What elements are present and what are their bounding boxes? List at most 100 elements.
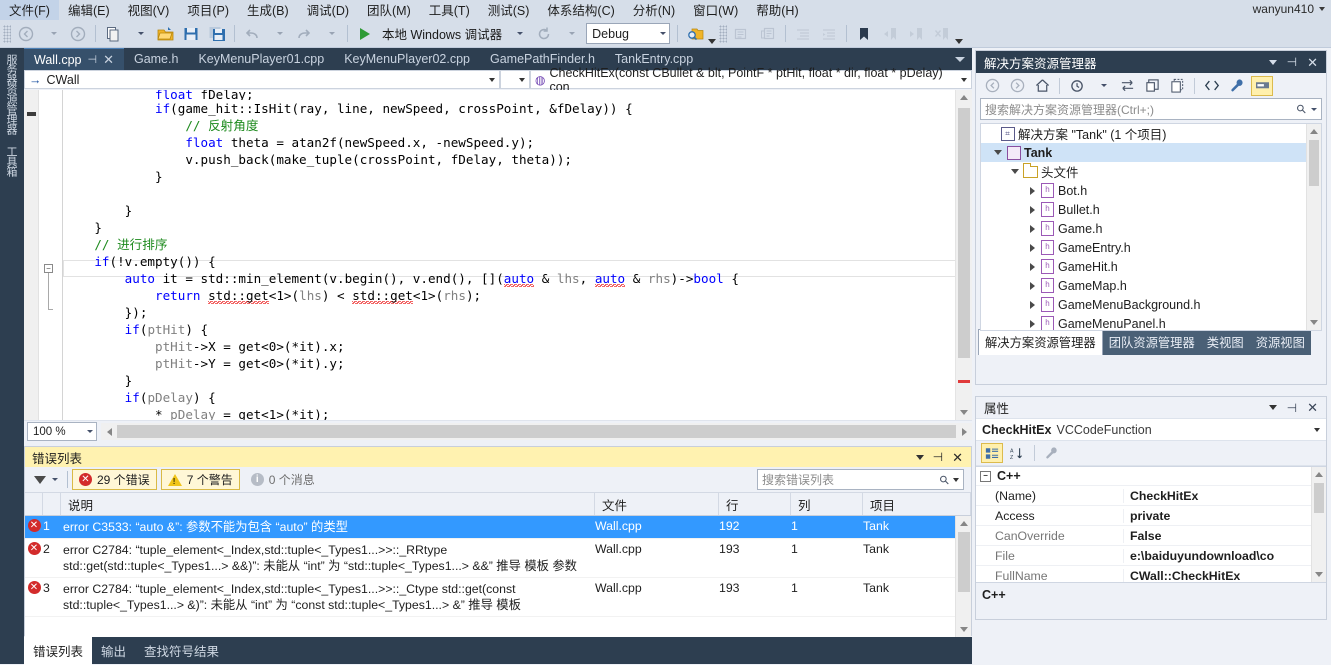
twisty-right-icon[interactable] — [1025, 205, 1039, 214]
pin-icon[interactable]: ⊣ — [87, 53, 97, 66]
errors-filter-chip[interactable]: ✕ 29 个错误 — [72, 469, 157, 490]
twisty-down-icon[interactable] — [1008, 169, 1022, 174]
list-item[interactable]: Tank — [981, 143, 1321, 162]
editor-tab-game-h[interactable]: Game.h — [124, 48, 188, 70]
tree-vertical-scrollbar[interactable] — [1306, 124, 1321, 330]
pin-icon[interactable]: ⊣ — [933, 450, 943, 464]
editor-tab-keymenuplayer02-cpp[interactable]: KeyMenuPlayer02.cpp — [334, 48, 480, 70]
column-header-project[interactable]: 项目 — [863, 493, 971, 515]
navigate-back-dropdown[interactable] — [39, 23, 65, 45]
editor-horizontal-scrollbar[interactable] — [101, 423, 972, 440]
next-bookmark-icon[interactable] — [903, 23, 929, 45]
scroll-down-icon[interactable] — [1312, 567, 1326, 582]
panel-menu-icon[interactable] — [915, 454, 924, 460]
scroll-up-icon[interactable] — [956, 516, 971, 531]
list-item[interactable]: h GameHit.h — [981, 257, 1321, 276]
scroll-down-icon[interactable] — [1307, 315, 1321, 330]
account-menu[interactable]: wanyun410 — [1253, 2, 1325, 16]
scroll-down-icon[interactable] — [956, 622, 971, 637]
column-header-line[interactable]: 行 — [719, 493, 791, 515]
scrollbar-thumb[interactable] — [1314, 483, 1324, 513]
property-value[interactable]: private — [1124, 509, 1326, 523]
menu-item-window[interactable]: 窗口(W) — [684, 0, 747, 21]
code-editor-surface[interactable]: − float fDelay; if(game_hit::IsHit(ray, … — [24, 90, 972, 420]
tab-solution-explorer[interactable]: 解决方案资源管理器 — [978, 329, 1103, 355]
editor-vertical-scrollbar[interactable] — [955, 90, 972, 420]
table-row[interactable]: ✕ 1 error C3533: “auto &”: 参数不能为包含 “auto… — [25, 516, 971, 539]
start-debug-icon[interactable] — [352, 23, 378, 45]
new-item-dropdown[interactable] — [126, 23, 152, 45]
panel-menu-icon[interactable] — [1268, 405, 1277, 410]
property-row[interactable]: (Name) CheckHitEx — [976, 485, 1326, 505]
column-header-column[interactable]: 列 — [791, 493, 863, 515]
panel-menu-icon[interactable] — [1268, 59, 1277, 65]
forward-icon[interactable] — [1006, 76, 1028, 96]
solution-tree[interactable]: ⌗ 解决方案 "Tank" (1 个项目) Tank 头文件 h Bot.h h — [980, 123, 1322, 331]
alphabetical-icon[interactable]: AZ — [1006, 443, 1028, 463]
list-item[interactable]: h GameMenuBackground.h — [981, 295, 1321, 314]
twisty-right-icon[interactable] — [1025, 186, 1039, 195]
bookmark-icon[interactable] — [851, 23, 877, 45]
error-list-rows[interactable]: ✕ 1 error C3533: “auto &”: 参数不能为包含 “auto… — [25, 516, 971, 637]
restart-icon[interactable] — [531, 23, 557, 45]
column-header-icon[interactable] — [25, 493, 43, 515]
menu-item-team[interactable]: 团队(M) — [358, 0, 420, 21]
column-header-file[interactable]: 文件 — [595, 493, 719, 515]
menu-item-help[interactable]: 帮助(H) — [747, 0, 807, 21]
back-icon[interactable] — [981, 76, 1003, 96]
wrench-icon[interactable] — [1226, 76, 1248, 96]
menu-item-file[interactable]: 文件(F) — [0, 0, 59, 21]
open-file-icon[interactable] — [152, 23, 178, 45]
redo-dropdown[interactable] — [317, 23, 343, 45]
list-item[interactable]: h Bullet.h — [981, 200, 1321, 219]
fold-toggle-icon[interactable]: − — [44, 264, 53, 273]
list-item[interactable]: h GameEntry.h — [981, 238, 1321, 257]
twisty-right-icon[interactable] — [1025, 319, 1039, 328]
pending-changes-dropdown[interactable] — [1091, 76, 1113, 96]
menu-item-edit[interactable]: 编辑(E) — [59, 0, 119, 21]
scrollbar-thumb[interactable] — [958, 108, 970, 358]
pin-icon[interactable]: ⊣ — [1287, 401, 1297, 415]
comment-icon[interactable] — [729, 23, 755, 45]
scroll-right-icon[interactable] — [956, 423, 972, 440]
property-row[interactable]: FullName CWall::CheckHitEx — [976, 565, 1326, 582]
save-all-icon[interactable] — [204, 23, 230, 45]
view-code-icon[interactable] — [1201, 76, 1223, 96]
navbar-spacer-combo[interactable] — [500, 70, 530, 89]
menu-item-debug[interactable]: 调试(D) — [298, 0, 358, 21]
start-debug-dropdown[interactable] — [505, 23, 531, 45]
navigate-forward-icon[interactable] — [65, 23, 91, 45]
scroll-down-icon[interactable] — [956, 405, 972, 420]
properties-object-combo[interactable]: CheckHitEx VCCodeFunction — [976, 419, 1326, 441]
twisty-right-icon[interactable] — [1025, 224, 1039, 233]
menu-item-architecture[interactable]: 体系结构(C) — [538, 0, 623, 21]
twisty-right-icon[interactable] — [1025, 281, 1039, 290]
tab-class-view[interactable]: 类视图 — [1200, 330, 1250, 355]
sidebar-tab-server-explorer[interactable]: 服务器资源管理器 — [0, 48, 22, 140]
twisty-right-icon[interactable] — [1025, 262, 1039, 271]
list-item[interactable]: h Game.h — [981, 219, 1321, 238]
outdent-icon[interactable] — [790, 23, 816, 45]
property-category[interactable]: − C++ — [976, 467, 1326, 485]
tab-output[interactable]: 输出 — [92, 637, 135, 665]
categorized-icon[interactable] — [981, 443, 1003, 463]
outlining-margin[interactable]: − — [39, 90, 59, 420]
scroll-up-icon[interactable] — [1312, 467, 1326, 482]
column-header-description[interactable]: 说明 — [61, 493, 595, 515]
column-header-number[interactable] — [43, 493, 61, 515]
search-input[interactable]: 搜索错误列表 ⚲ — [757, 469, 964, 490]
warnings-filter-chip[interactable]: 7 个警告 — [160, 469, 240, 490]
show-all-files-icon[interactable] — [1166, 76, 1188, 96]
tab-team-explorer[interactable]: 团队资源管理器 — [1102, 330, 1201, 355]
scroll-up-icon[interactable] — [1307, 124, 1321, 139]
new-item-icon[interactable] — [100, 23, 126, 45]
properties-grid[interactable]: − C++ (Name) CheckHitEx Access private C… — [976, 466, 1326, 582]
tab-resource-view[interactable]: 资源视图 — [1249, 330, 1311, 355]
menu-item-test[interactable]: 测试(S) — [479, 0, 539, 21]
property-pages-icon[interactable] — [1041, 443, 1063, 463]
properties-vertical-scrollbar[interactable] — [1311, 467, 1326, 582]
search-input[interactable]: 搜索解决方案资源管理器(Ctrl+;) ⚲ — [980, 98, 1322, 120]
pin-icon[interactable]: ⊣ — [1287, 55, 1297, 69]
property-row[interactable]: Access private — [976, 505, 1326, 525]
hscrollbar-thumb[interactable] — [117, 425, 956, 438]
